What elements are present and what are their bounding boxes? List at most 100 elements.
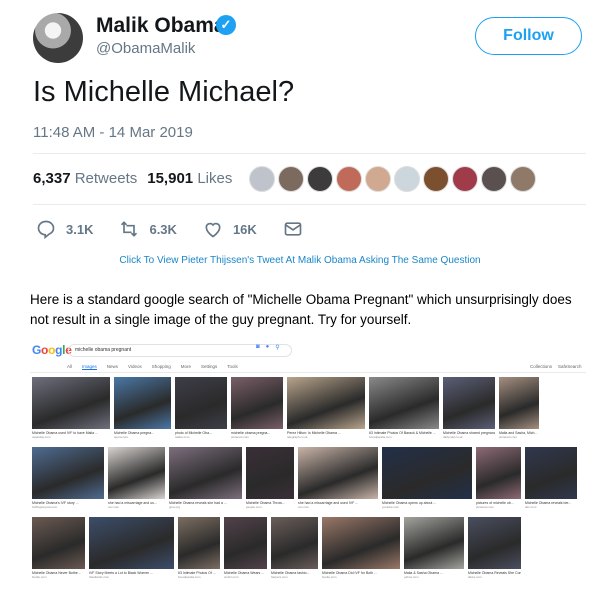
tab-more[interactable]: More bbox=[181, 364, 191, 370]
follow-button[interactable]: Follow bbox=[475, 17, 582, 55]
image-result[interactable]: Malia and Sasha, Mich... pinterest.com bbox=[499, 377, 539, 439]
click-to-view-link[interactable]: Click To View Pieter Thijssen's Tweet At… bbox=[0, 255, 600, 266]
result-source: vox.com bbox=[108, 505, 120, 509]
result-source: youtube.com bbox=[382, 505, 400, 509]
result-source: gma.org bbox=[169, 505, 181, 509]
result-thumbnail[interactable] bbox=[246, 447, 294, 499]
tab-all[interactable]: All bbox=[67, 364, 72, 370]
image-result[interactable]: Michelle Obama Did IVF for Both ... bustl… bbox=[322, 517, 400, 579]
image-result[interactable]: Michelle Obama reveals ber... abc.com bbox=[525, 447, 577, 509]
image-result[interactable]: Perez Hilton: Is Michelle Obama ... teleg… bbox=[287, 377, 365, 439]
result-source: huffingtonpost.com bbox=[32, 505, 58, 509]
divider bbox=[33, 153, 586, 154]
liker-avatar[interactable] bbox=[394, 166, 420, 192]
liker-avatar[interactable] bbox=[336, 166, 362, 192]
image-result[interactable]: Malia & Sasha Obama ... yahoo.com bbox=[404, 517, 464, 579]
image-result[interactable]: IVF Story Meets a Lot to Black Women ...… bbox=[89, 517, 174, 579]
image-result[interactable]: 63 Intimate Photos Of Barack & Michelle … bbox=[369, 377, 439, 439]
image-result[interactable]: Michelle Obama opens up about ... youtube… bbox=[382, 447, 472, 509]
image-result[interactable]: she had a miscarriage and used IVF ... vo… bbox=[298, 447, 378, 509]
image-result[interactable]: Michelle Obama's IVF story ... huffington… bbox=[32, 447, 104, 509]
liker-avatar[interactable] bbox=[307, 166, 333, 192]
retweets-stat[interactable]: 6,337 Retweets bbox=[33, 170, 137, 187]
liker-avatar[interactable] bbox=[510, 166, 536, 192]
like-button[interactable]: 16K bbox=[203, 219, 257, 239]
liker-avatar[interactable] bbox=[452, 166, 478, 192]
liker-avatar[interactable] bbox=[481, 166, 507, 192]
reply-icon bbox=[37, 220, 55, 239]
result-thumbnail[interactable] bbox=[287, 377, 365, 429]
image-result[interactable]: Michelle Obama shared pregnancy tips ...… bbox=[443, 377, 495, 439]
liker-avatar[interactable] bbox=[278, 166, 304, 192]
collections-link[interactable]: Collections bbox=[530, 364, 552, 369]
result-thumbnail[interactable] bbox=[369, 377, 439, 429]
reply-count: 3.1K bbox=[66, 221, 94, 237]
image-result[interactable]: Michelle Obama reveals she had a ... gma.… bbox=[169, 447, 242, 509]
liker-avatar[interactable] bbox=[423, 166, 449, 192]
image-result[interactable]: Michelle Obama Reveals She Conceived ...… bbox=[468, 517, 521, 579]
article-paragraph: Here is a standard google search of "Mic… bbox=[30, 292, 572, 327]
result-thumbnail[interactable] bbox=[114, 377, 171, 429]
result-thumbnail[interactable] bbox=[175, 377, 227, 429]
image-result[interactable]: Michelle Obama Throw... people.com bbox=[246, 447, 294, 509]
result-thumbnail[interactable] bbox=[224, 517, 267, 569]
image-result[interactable]: Michelle Obama Never Bothe... bustle.com bbox=[32, 517, 85, 579]
image-result[interactable]: photo of Michelle Oba... twitter.com bbox=[175, 377, 227, 439]
image-result[interactable]: Michelle Obama used IVF to have Malia ..… bbox=[32, 377, 110, 439]
result-source: yahoo.com bbox=[404, 575, 419, 579]
author-handle[interactable]: @ObamaMalik bbox=[96, 40, 195, 57]
result-thumbnail[interactable] bbox=[382, 447, 472, 499]
google-logo: Google bbox=[32, 343, 72, 357]
image-result[interactable]: she had a miscarriage and us... vox.com bbox=[108, 447, 165, 509]
message-button[interactable] bbox=[283, 219, 303, 239]
tab-images[interactable]: Images bbox=[82, 364, 97, 370]
google-search-screenshot: Google michelle obama pregnant ◙ ● ⚲ All… bbox=[30, 338, 586, 590]
result-thumbnail[interactable] bbox=[178, 517, 220, 569]
result-thumbnail[interactable] bbox=[108, 447, 165, 499]
result-thumbnail[interactable] bbox=[32, 447, 104, 499]
result-thumbnail[interactable] bbox=[468, 517, 521, 569]
result-thumbnail[interactable] bbox=[231, 377, 283, 429]
result-source: bustle.com bbox=[32, 575, 47, 579]
result-thumbnail[interactable] bbox=[443, 377, 495, 429]
retweet-icon bbox=[121, 221, 138, 237]
image-result[interactable]: michelle obama pregna... pinterest.com bbox=[231, 377, 283, 439]
reply-button[interactable]: 3.1K bbox=[36, 219, 93, 239]
likes-stat[interactable]: 15,901 Likes bbox=[147, 170, 232, 187]
result-thumbnail[interactable] bbox=[322, 517, 400, 569]
result-thumbnail[interactable] bbox=[32, 517, 85, 569]
camera-icon[interactable]: ◙ bbox=[256, 344, 260, 351]
result-source: pinterest.com bbox=[231, 435, 250, 439]
result-thumbnail[interactable] bbox=[89, 517, 174, 569]
tab-shopping[interactable]: Shopping bbox=[152, 364, 171, 370]
google-right-links: Collections SafeSearch bbox=[530, 364, 582, 369]
result-thumbnail[interactable] bbox=[499, 377, 539, 429]
retweet-button[interactable]: 6.3K bbox=[119, 219, 177, 239]
image-result[interactable]: Michelle Obama fashio... harpers.com bbox=[271, 517, 318, 579]
result-thumbnail[interactable] bbox=[298, 447, 378, 499]
tab-videos[interactable]: Videos bbox=[128, 364, 142, 370]
tab-settings[interactable]: Settings bbox=[201, 364, 217, 370]
avatar[interactable] bbox=[33, 13, 83, 63]
author-name[interactable]: Malik Obama bbox=[96, 14, 226, 38]
tweet-timestamp[interactable]: 11:48 AM - 14 Mar 2019 bbox=[33, 124, 193, 141]
result-thumbnail[interactable] bbox=[271, 517, 318, 569]
result-thumbnail[interactable] bbox=[32, 377, 110, 429]
result-thumbnail[interactable] bbox=[525, 447, 577, 499]
mic-icon[interactable]: ● bbox=[266, 344, 270, 351]
safesearch-link[interactable]: SafeSearch bbox=[558, 364, 582, 369]
liker-avatar[interactable] bbox=[249, 166, 275, 192]
result-source: theatlantic.com bbox=[89, 575, 110, 579]
image-result[interactable]: 63 Intimate Photos Of ... boredpanda.com bbox=[178, 517, 220, 579]
liker-avatar[interactable] bbox=[365, 166, 391, 192]
divider bbox=[30, 372, 586, 373]
result-thumbnail[interactable] bbox=[404, 517, 464, 569]
result-thumbnail[interactable] bbox=[476, 447, 521, 499]
tab-tools[interactable]: Tools bbox=[227, 364, 238, 370]
tab-news[interactable]: News bbox=[107, 364, 118, 370]
image-result[interactable]: Michelle Obama Wears ... wmbz.com bbox=[224, 517, 267, 579]
search-icon[interactable]: ⚲ bbox=[275, 344, 279, 351]
result-thumbnail[interactable] bbox=[169, 447, 242, 499]
image-result[interactable]: pictures of michelle ob... pinterest.com bbox=[476, 447, 521, 509]
image-result[interactable]: Michelle Obama pregna... quora.com bbox=[114, 377, 171, 439]
